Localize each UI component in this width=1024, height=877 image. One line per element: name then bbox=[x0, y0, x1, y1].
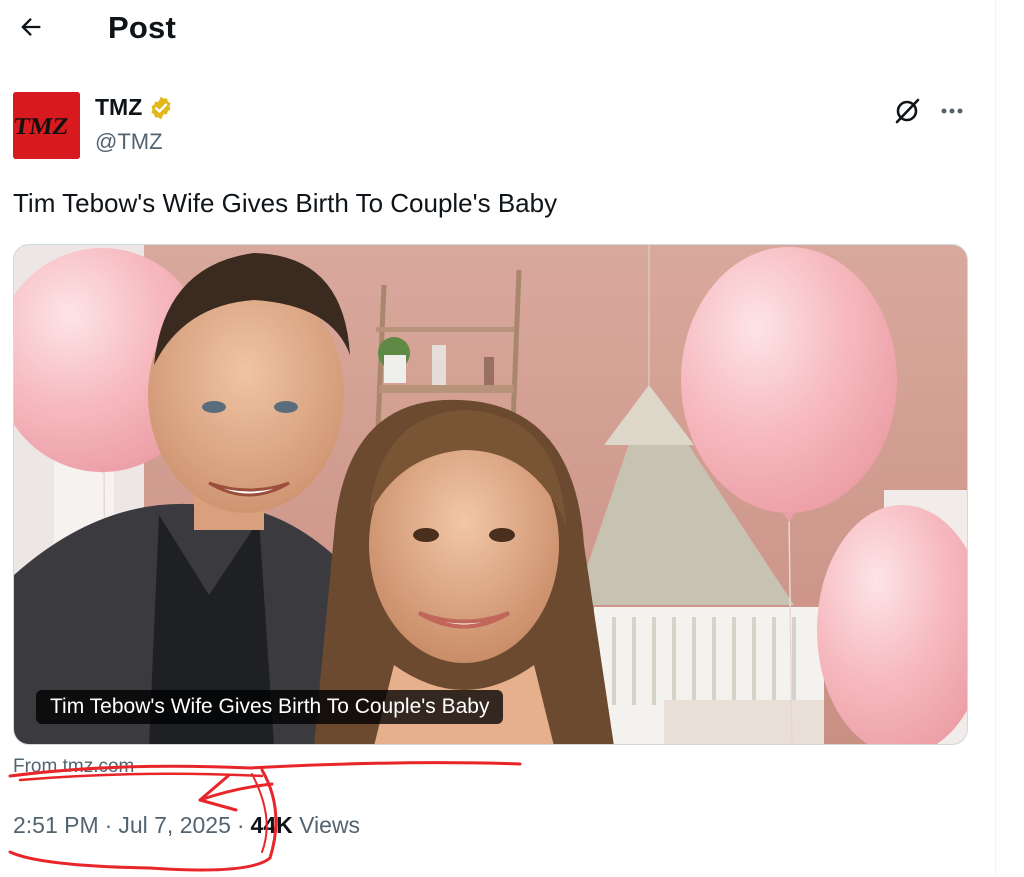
post-header: Post bbox=[0, 0, 995, 56]
card-image bbox=[14, 245, 967, 744]
back-button[interactable] bbox=[14, 10, 48, 44]
svg-text:TMZ: TMZ bbox=[13, 114, 70, 140]
tweet-text: Tim Tebow's Wife Gives Birth To Couple's… bbox=[13, 188, 558, 218]
grok-icon bbox=[895, 98, 920, 124]
meta-separator: · bbox=[104, 812, 113, 838]
author-handle[interactable]: @TMZ bbox=[95, 129, 163, 155]
post-date[interactable]: Jul 7, 2025 bbox=[118, 812, 231, 839]
author-name[interactable]: TMZ bbox=[95, 94, 174, 121]
more-horizontal-icon bbox=[941, 108, 963, 114]
grok-button[interactable] bbox=[891, 95, 923, 127]
tmz-logo: TMZ bbox=[13, 92, 80, 159]
verified-badge-icon bbox=[151, 96, 171, 119]
avatar[interactable]: TMZ bbox=[13, 92, 80, 159]
views-label: Views bbox=[299, 812, 361, 838]
link-card[interactable]: Tim Tebow's Wife Gives Birth To Couple's… bbox=[13, 244, 968, 745]
column-divider bbox=[995, 0, 996, 877]
more-options-button[interactable] bbox=[936, 95, 968, 127]
post-time[interactable]: 2:51 PM bbox=[13, 812, 99, 839]
card-caption: Tim Tebow's Wife Gives Birth To Couple's… bbox=[36, 690, 504, 724]
page-title: Post bbox=[108, 10, 176, 45]
source-link[interactable]: From tmz.com bbox=[13, 756, 134, 778]
post-metadata: 2:51 PM · Jul 7, 2025 · 44K Views bbox=[13, 812, 360, 839]
author-display-name: TMZ bbox=[95, 94, 143, 120]
arrow-left-icon bbox=[21, 18, 41, 36]
views-count: 44K bbox=[250, 812, 293, 838]
meta-separator: · bbox=[236, 812, 245, 838]
